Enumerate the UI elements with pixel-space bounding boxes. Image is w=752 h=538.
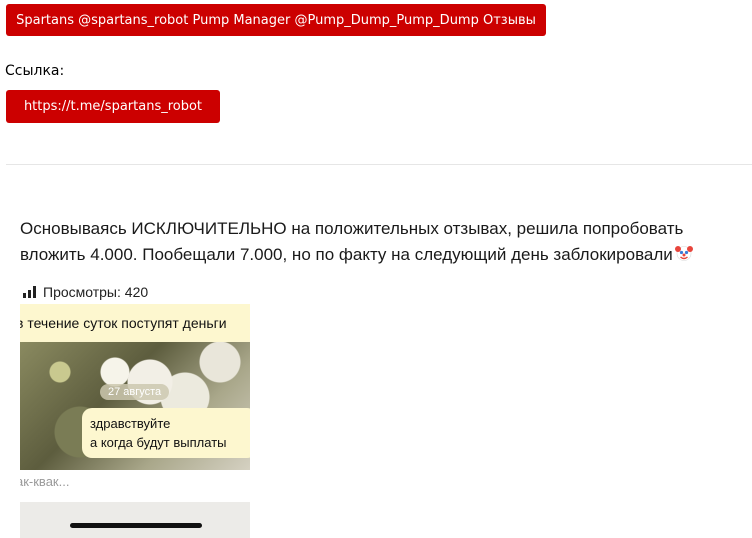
views-label: Просмотры: 420 — [43, 284, 149, 300]
review-body: Основываясь ИСКЛЮЧИТЕЛЬНО на положительн… — [20, 219, 684, 264]
screenshot-banner: в течение суток поступят деньги — [20, 304, 250, 342]
telegram-link-button[interactable]: https://t.me/spartans_robot — [6, 90, 220, 123]
bar-chart-icon — [23, 286, 36, 298]
bubble-line-2: а когда будут выплаты — [90, 435, 227, 450]
page: Spartans @spartans_robot Pump Manager @P… — [0, 0, 752, 538]
review-text: Основываясь ИСКЛЮЧИТЕЛЬНО на положительн… — [20, 216, 750, 268]
date-pill: 27 августа — [100, 384, 170, 400]
message-bubble: здравствуйте а когда будут выплаты — [82, 408, 250, 458]
clown-face-icon — [674, 244, 693, 262]
divider — [6, 164, 752, 165]
home-indicator — [70, 523, 202, 528]
title-button[interactable]: Spartans @spartans_robot Pump Manager @P… — [6, 4, 546, 36]
views-counter: Просмотры: 420 — [23, 284, 148, 300]
link-label: Ссылка: — [5, 63, 65, 79]
keyboard-area — [20, 502, 250, 538]
message-preview: ак-квак... — [20, 474, 70, 489]
bubble-line-1: здравствуйте — [90, 416, 171, 431]
chat-screenshot-image: в течение суток поступят деньги 27 авгус… — [20, 304, 250, 538]
